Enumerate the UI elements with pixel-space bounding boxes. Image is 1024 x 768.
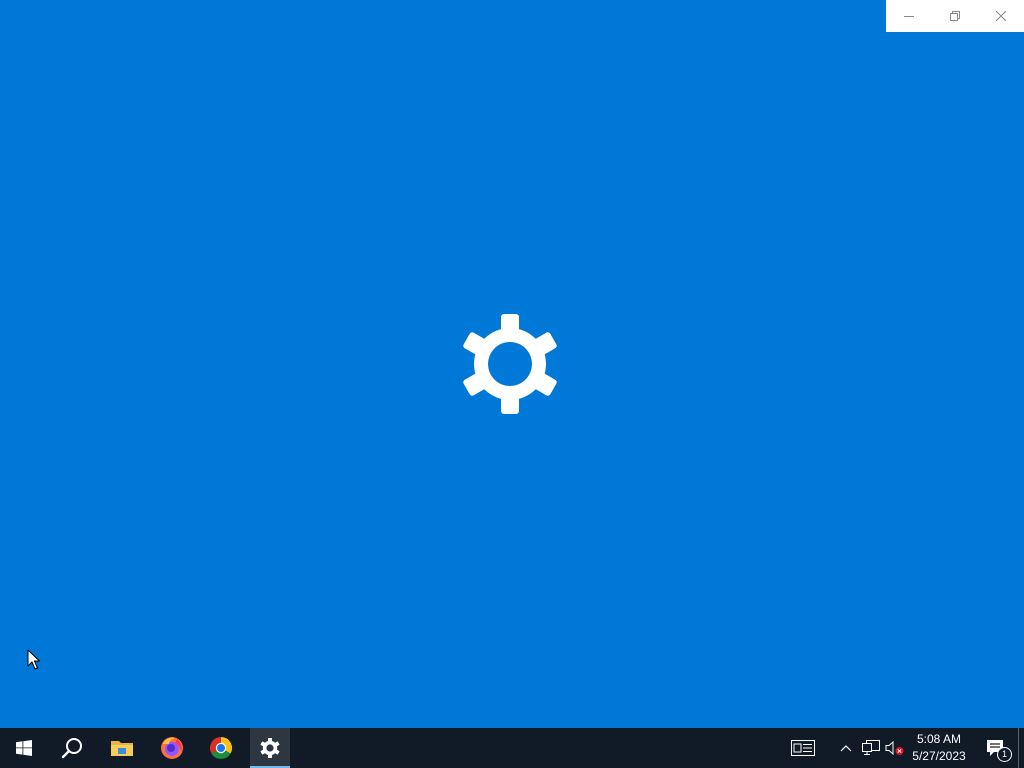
mouse-cursor-icon (27, 649, 40, 670)
clock-date: 5/27/2023 (912, 749, 966, 763)
close-button[interactable] (978, 0, 1024, 32)
close-icon (996, 11, 1006, 21)
gear-icon (463, 314, 557, 414)
action-center-button[interactable]: 1 (978, 728, 1012, 768)
volume-button[interactable] (884, 728, 906, 768)
windows-logo-icon (16, 740, 32, 756)
chrome-button[interactable] (197, 728, 245, 768)
chevron-up-icon (840, 745, 852, 752)
taskbar: 5:08 AM 5/27/2023 1 (0, 728, 1024, 768)
news-button[interactable] (783, 728, 823, 768)
network-icon (862, 740, 880, 755)
file-explorer-button[interactable] (98, 728, 146, 768)
chrome-icon (209, 737, 233, 760)
show-desktop-button[interactable] (1018, 728, 1024, 768)
firefox-button[interactable] (148, 728, 196, 768)
restore-button[interactable] (932, 0, 978, 32)
gear-icon (260, 738, 280, 758)
search-button[interactable] (48, 728, 96, 768)
window-caption-bar (886, 0, 1024, 32)
clock[interactable]: 5:08 AM 5/27/2023 (906, 728, 972, 768)
folder-icon (111, 741, 133, 756)
restore-icon (950, 11, 960, 21)
minimize-button[interactable] (886, 0, 932, 32)
search-icon (61, 738, 82, 759)
desktop-screen: 5:08 AM 5/27/2023 1 (0, 0, 1024, 768)
network-button[interactable] (859, 728, 883, 768)
start-button[interactable] (0, 728, 48, 768)
news-icon (791, 740, 815, 756)
notification-count-badge: 1 (997, 747, 1012, 762)
firefox-icon (161, 737, 183, 759)
volume-muted-icon (885, 740, 904, 756)
clock-time: 5:08 AM (916, 732, 962, 746)
show-hidden-icons-button[interactable] (836, 728, 856, 768)
minimize-icon (904, 16, 914, 17)
settings-button[interactable] (250, 728, 290, 768)
